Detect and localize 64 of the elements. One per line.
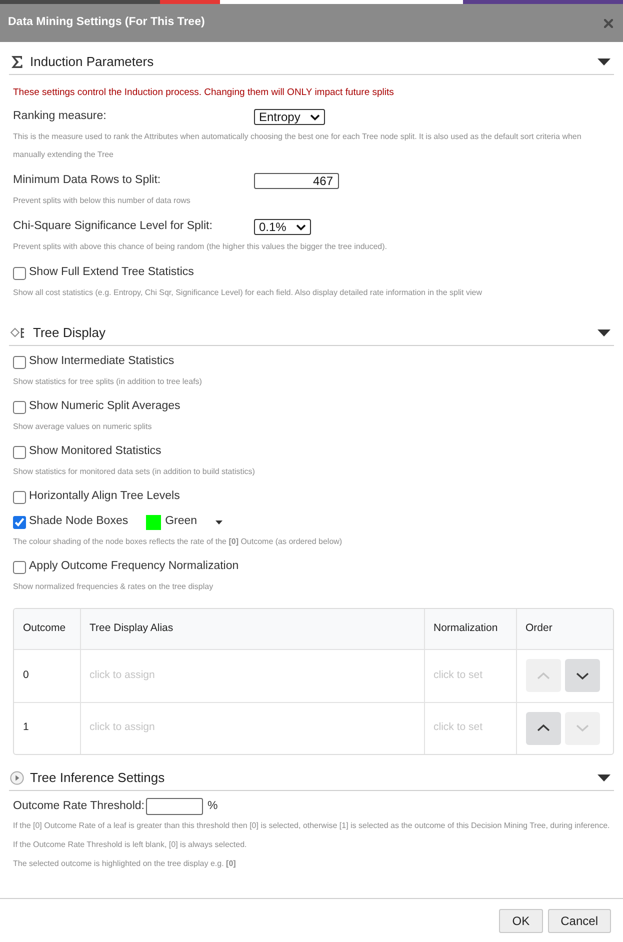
help-text: The colour shading of the node boxes reflects the rate of the [0] Outcome (as ordered below) [13, 536, 344, 548]
column-header: Outcome [14, 609, 80, 649]
warning-text: These settings control the Induction process. Changing them will ONLY impact future splits [13, 86, 395, 100]
help-text: Prevent splits with above this chance of being random (the higher this values the bigger the tree induced). [13, 241, 388, 253]
section-title: Tree Display [33, 324, 106, 342]
column-header: Tree Display Alias [80, 609, 424, 649]
chevron-up-icon [536, 724, 550, 732]
help-text: Show average values on numeric splits [13, 421, 153, 433]
column-header: Normalization [424, 609, 516, 649]
close-icon[interactable] [604, 18, 613, 28]
dropdown[interactable]: Entropy [254, 109, 326, 125]
checkbox-label[interactable]: Shade Node Boxes [29, 513, 128, 531]
color-dropdown[interactable]: Green [146, 513, 224, 531]
help-text: Show statistics for monitored data sets (in addition to build statistics) [13, 466, 256, 478]
column-header: Order [516, 609, 613, 649]
checkbox-label[interactable]: Show Monitored Statistics [29, 443, 162, 461]
field-label: Chi-Square Significance Level for Split: [13, 219, 214, 234]
chevron-down-icon [576, 724, 588, 732]
checkbox-label[interactable]: Show Full Extend Tree Statistics [29, 264, 194, 282]
help-text: If the [0] Outcome Rate of a leaf is greater than this threshold then [0] is selected, otherwise [1] is selected as the outcome of this Decision Mining Tree, during inference. If the Outcome Rate Threshold is left blank, [0] is always selected. [13, 820, 611, 851]
chevron-down-icon [296, 224, 306, 230]
checkbox[interactable] [13, 400, 26, 414]
checkbox[interactable] [13, 516, 26, 528]
number-input[interactable]: 467 [254, 173, 339, 189]
chevron-down-icon [310, 114, 320, 120]
ok-button[interactable]: OK [499, 908, 543, 932]
dropdown[interactable]: 0.1% [254, 219, 312, 235]
dialog-title: Data Mining Settings (For This Tree) [8, 15, 205, 30]
caret-down-icon[interactable] [597, 58, 611, 66]
chevron-up-icon [536, 672, 550, 680]
field-label: Outcome Rate Threshold: [13, 798, 144, 814]
sigma-icon [10, 55, 24, 69]
help-text: Prevent splits with below this number of data rows [13, 195, 192, 207]
caret-down-icon[interactable] [597, 329, 611, 337]
section-title: Induction Parameters [30, 53, 154, 72]
play-circle-icon [10, 771, 24, 785]
checkbox-label[interactable]: Show Intermediate Statistics [29, 353, 174, 371]
checkbox-label[interactable]: Apply Outcome Frequency Normalization [29, 558, 239, 576]
help-text: Show normalized frequencies & rates on the tree display [13, 581, 214, 593]
section-title: Tree Inference Settings [30, 769, 165, 788]
table-cell: 0 [14, 649, 80, 702]
help-text: Show statistics for tree splits (in addition to tree leafs) [13, 376, 203, 388]
checkbox[interactable] [13, 356, 26, 368]
field-label: Minimum Data Rows to Split: [13, 173, 162, 188]
tree-diagram-icon [10, 327, 27, 339]
checkbox-label[interactable]: Horizontally Align Tree Levels [29, 488, 180, 506]
help-text: The selected outcome is highlighted on the tree display e.g. [0] [13, 858, 237, 870]
help-text: This is the measure used to rank the Attributes when automatically choosing the best one for each Tree node split. It is also used as the default sort criteria when manually extending the Tree [13, 131, 582, 161]
chevron-down-icon [576, 672, 588, 680]
help-text: Show all cost statistics (e.g. Entropy, Chi Sqr, Significance Level) for each field. Also display detailed rate information in the split view [13, 287, 483, 299]
table-cell: 1 [14, 702, 80, 754]
checkbox[interactable] [13, 446, 26, 458]
threshold-input[interactable] [146, 798, 204, 815]
checkbox-label[interactable]: Show Numeric Split Averages [29, 398, 180, 416]
checkbox[interactable] [13, 266, 26, 280]
field-label: Ranking measure: [13, 109, 108, 124]
checkbox[interactable] [13, 560, 26, 574]
cancel-button[interactable]: Cancel [548, 908, 611, 932]
move-up-button[interactable] [526, 712, 560, 745]
caret-down-icon [215, 520, 224, 524]
move-down-button[interactable] [564, 659, 600, 692]
caret-down-icon[interactable] [597, 774, 611, 782]
unit-label: % [207, 798, 218, 814]
checkbox[interactable] [13, 490, 26, 504]
